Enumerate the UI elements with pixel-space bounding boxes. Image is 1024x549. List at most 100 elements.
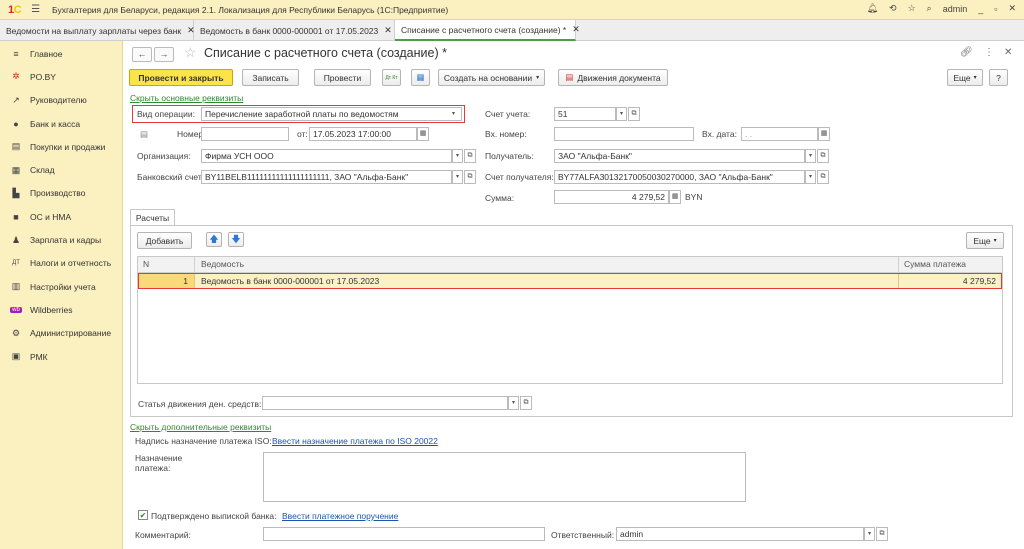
- cash-flow-article-field[interactable]: [262, 396, 508, 410]
- close-tab-icon[interactable]: ✕: [384, 25, 392, 36]
- calculator-icon[interactable]: ▦: [669, 190, 681, 204]
- move-up-icon[interactable]: 🡅: [206, 232, 222, 247]
- open-icon[interactable]: ⧉: [817, 149, 829, 163]
- maximize-icon[interactable]: ▫: [994, 4, 997, 14]
- comment-field[interactable]: [263, 527, 545, 541]
- settings-icon: ▥: [11, 281, 21, 292]
- truck-icon: ■: [13, 211, 19, 222]
- link-icon[interactable]: 🔗︎: [960, 47, 973, 58]
- sidebar-item-production[interactable]: ▙ Производство: [0, 182, 122, 205]
- sidebar-item-sales[interactable]: ▤ Покупки и продажи: [0, 135, 122, 158]
- sum-field[interactable]: 4 279,52: [554, 190, 669, 204]
- date-field[interactable]: 17.05.2023 17:00:00: [309, 127, 417, 141]
- recipient-account-dropdown[interactable]: ▾: [805, 170, 816, 184]
- create-based-on-button[interactable]: Создать на основании ▾: [438, 69, 545, 86]
- cash-flow-article-dropdown[interactable]: ▾: [508, 396, 519, 410]
- forward-button[interactable]: →: [154, 47, 174, 62]
- open-icon[interactable]: ⧉: [628, 107, 640, 121]
- sidebar-item-bank[interactable]: ● Банк и касса: [0, 112, 122, 135]
- close-tab-icon[interactable]: ✕: [572, 24, 580, 35]
- report-icon[interactable]: ▦: [411, 69, 430, 86]
- sidebar-item-admin[interactable]: ⚙ Администрирование: [0, 322, 122, 345]
- favorite-star-icon[interactable]: ☆: [184, 44, 197, 61]
- iso-purpose-link[interactable]: Ввести назначение платежа по ISO 20022: [272, 436, 438, 446]
- payment-purpose-field[interactable]: [263, 452, 746, 502]
- dt-kt-button[interactable]: Дт Кт: [382, 69, 401, 86]
- in-date-field[interactable]: . .: [741, 127, 818, 141]
- operation-type-field[interactable]: Перечисление заработной платы по ведомос…: [201, 107, 462, 121]
- sidebar-item-assets[interactable]: ■ ОС и НМА: [0, 205, 122, 228]
- sidebar-item-manager[interactable]: ↗ Руководителю: [0, 89, 122, 112]
- open-icon[interactable]: ⧉: [464, 149, 476, 163]
- column-header-sum[interactable]: Сумма платежа: [904, 257, 966, 272]
- open-icon[interactable]: ⧉: [520, 396, 532, 410]
- column-header-vedomost[interactable]: Ведомость: [201, 257, 244, 272]
- organization-field[interactable]: Фирма УСН ООО: [201, 149, 452, 163]
- organization-label: Организация:: [137, 151, 191, 161]
- post-button[interactable]: Провести: [314, 69, 371, 86]
- more-button[interactable]: Еще ▾: [947, 69, 983, 86]
- more-vert-icon[interactable]: ⋮: [984, 47, 994, 58]
- sidebar-item-warehouse[interactable]: ▦ Склад: [0, 158, 122, 181]
- bell-icon[interactable]: 🔔︎: [867, 3, 878, 14]
- sidebar-item-main[interactable]: ≡ Главное: [0, 42, 122, 65]
- column-header-n[interactable]: N: [143, 257, 149, 272]
- tab-vedomosti[interactable]: Ведомости на выплату зарплаты через банк…: [0, 20, 195, 41]
- move-down-icon[interactable]: 🡇: [228, 232, 244, 247]
- page-title: Списание с расчетного счета (создание) *: [204, 46, 447, 60]
- payment-order-link[interactable]: Ввести платежное поручение: [282, 511, 398, 521]
- help-button[interactable]: ?: [989, 69, 1008, 86]
- star-icon: ✲: [12, 71, 20, 82]
- sidebar-item-salary[interactable]: ♟ Зарплата и кадры: [0, 228, 122, 251]
- in-number-field[interactable]: [554, 127, 694, 141]
- account-label: Счет учета:: [485, 109, 531, 119]
- bank-account-field[interactable]: BY11BELB11111111111111111111, ЗАО "Альфа…: [201, 170, 452, 184]
- recipient-dropdown[interactable]: ▾: [805, 149, 816, 163]
- sidebar-item-pos[interactable]: ▣ РМК: [0, 345, 122, 368]
- tax-icon: ДТ: [12, 260, 20, 267]
- sidebar-item-wildberries[interactable]: wb Wildberries: [0, 298, 122, 321]
- user-name[interactable]: admin: [943, 4, 968, 14]
- add-button[interactable]: Добавить: [137, 232, 192, 249]
- organization-dropdown[interactable]: ▾: [452, 149, 463, 163]
- open-icon[interactable]: ⧉: [817, 170, 829, 184]
- calendar-icon[interactable]: ▦: [818, 127, 830, 141]
- close-form-icon[interactable]: ✕: [1004, 47, 1012, 58]
- number-field[interactable]: [201, 127, 289, 141]
- post-and-close-button[interactable]: Провести и закрыть: [129, 69, 233, 86]
- account-field[interactable]: 51: [554, 107, 616, 121]
- sidebar-item-settings[interactable]: ▥ Настройки учета: [0, 275, 122, 298]
- sidebar-item-poby[interactable]: ✲ PO.BY: [0, 65, 122, 88]
- bank-account-dropdown[interactable]: ▾: [452, 170, 463, 184]
- document-movements-button[interactable]: ▤ Движения документа: [558, 69, 668, 86]
- minimize-icon[interactable]: _: [978, 4, 983, 14]
- calendar-icon[interactable]: ▦: [417, 127, 429, 141]
- save-button[interactable]: Записать: [242, 69, 299, 86]
- back-button[interactable]: ←: [132, 47, 152, 62]
- history-icon[interactable]: ⟲: [889, 3, 897, 14]
- table-more-button[interactable]: Еще ▾: [966, 232, 1004, 249]
- account-dropdown[interactable]: ▾: [616, 107, 627, 121]
- responsible-dropdown[interactable]: ▾: [864, 527, 875, 541]
- hide-extra-details-link[interactable]: Скрыть дополнительные реквизиты: [130, 422, 271, 432]
- chevron-down-icon[interactable]: ▾: [452, 110, 455, 117]
- open-icon[interactable]: ⧉: [464, 170, 476, 184]
- recipient-account-field[interactable]: BY77ALFA30132170050030270000, ЗАО "Альфа…: [554, 170, 805, 184]
- menu-icon[interactable]: ☰: [31, 4, 40, 15]
- favorites-icon[interactable]: ☆: [908, 3, 916, 14]
- bank-confirmed-checkbox[interactable]: ✔: [138, 510, 148, 520]
- more-label: Еще: [953, 72, 971, 83]
- open-icon[interactable]: ⧉: [876, 527, 888, 541]
- tab-calculations[interactable]: Расчеты: [130, 209, 175, 226]
- iso-purpose-label: Надпись назначение платежа ISO:: [135, 436, 272, 446]
- search-icon[interactable]: ⌕: [927, 3, 932, 14]
- recipient-field[interactable]: ЗАО "Альфа-Банк": [554, 149, 805, 163]
- close-icon[interactable]: ✕: [1008, 3, 1016, 14]
- sidebar-item-taxes[interactable]: ДТ Налоги и отчетность: [0, 252, 122, 275]
- tab-spisanie[interactable]: Списание с расчетного счета (создание) *…: [395, 20, 580, 41]
- responsible-field[interactable]: admin: [616, 527, 864, 541]
- tab-vedomost-bank[interactable]: Ведомость в банк 0000-000001 от 17.05.20…: [194, 20, 395, 41]
- warehouse-icon: ▦: [11, 164, 21, 175]
- hide-main-details-link[interactable]: Скрыть основные реквизиты: [130, 93, 243, 103]
- menu-icon: ≡: [13, 48, 19, 59]
